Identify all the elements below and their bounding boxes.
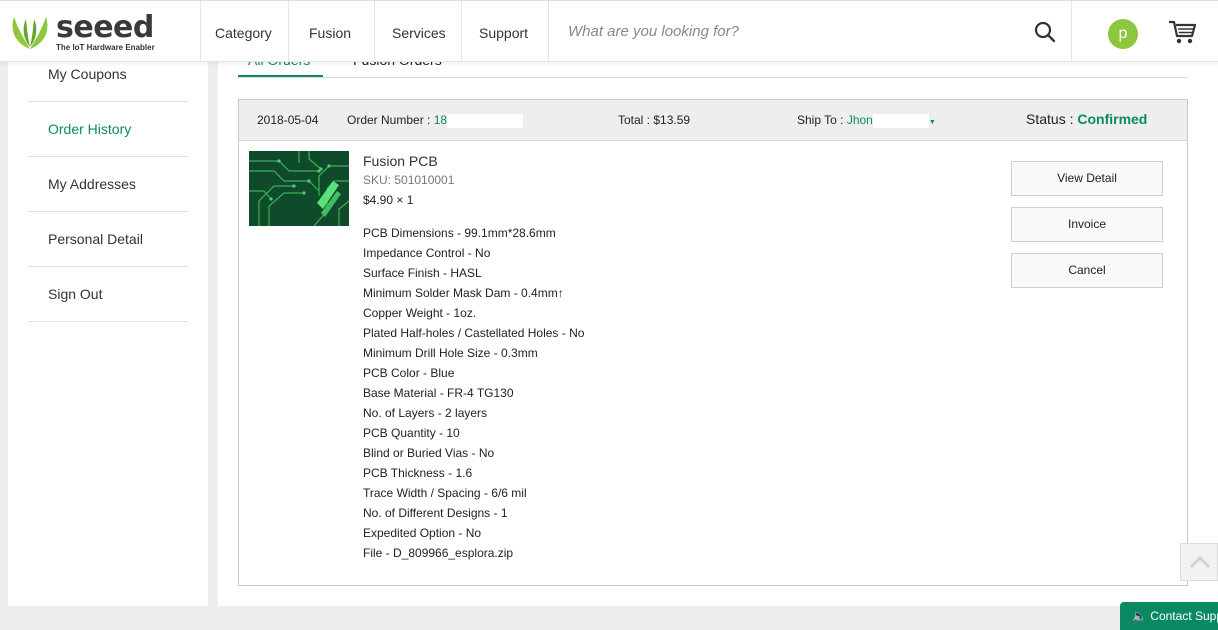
spec-item: Minimum Solder Mask Dam - 0.4mm↑ — [363, 286, 564, 300]
product-sku: SKU: 501010001 — [363, 173, 455, 187]
seeed-logo[interactable]: seeed The IoT Hardware Enabler — [8, 11, 168, 53]
logo-wordmark: seeed — [56, 9, 154, 45]
nav-divider — [200, 1, 201, 62]
nav-divider — [1071, 1, 1072, 62]
spec-item: No. of Different Designs - 1 — [363, 506, 508, 520]
spec-item: Expedited Option - No — [363, 526, 482, 540]
spec-item: PCB Color - Blue — [363, 366, 455, 380]
order-status: Status : Confirmed — [1026, 111, 1147, 127]
spec-item: PCB Thickness - 1.6 — [363, 466, 473, 480]
search-icon[interactable] — [1034, 21, 1056, 43]
spec-item: File - D_809966_esplora.zip — [363, 546, 514, 560]
redacted-mask — [447, 113, 524, 128]
pcb-image — [249, 151, 349, 226]
leaf-logo-icon — [12, 17, 48, 49]
product-name[interactable]: Fusion PCB — [363, 153, 438, 169]
logo-tagline: The IoT Hardware Enabler — [56, 42, 155, 52]
spec-item: Surface Finish - HASL — [363, 266, 482, 280]
search-input[interactable]: What are you looking for? — [568, 23, 739, 40]
tabs-divider — [238, 77, 1188, 78]
spec-item: PCB Quantity - 10 — [363, 426, 460, 440]
cancel-button[interactable]: Cancel — [1011, 253, 1163, 288]
product-thumbnail[interactable] — [249, 151, 349, 226]
active-tab-indicator — [238, 75, 323, 77]
order-header: 2018-05-04 Order Number : 18 Total : $13… — [239, 100, 1187, 141]
nav-divider — [461, 1, 462, 62]
contact-support-button[interactable]: 🔈 Contact Support — [1120, 602, 1218, 630]
order-number: Order Number : 18 — [347, 113, 524, 128]
nav-divider — [374, 1, 375, 62]
redacted-mask — [872, 113, 929, 128]
spec-item: Plated Half-holes / Castellated Holes - … — [363, 326, 585, 340]
status-label: Status : — [1026, 111, 1074, 127]
ship-to-label: Ship To : — [797, 113, 844, 127]
account-sidebar: My Coupons Order History My Addresses Pe… — [8, 62, 208, 606]
spec-item: Trace Width / Spacing - 6/6 mil — [363, 486, 527, 500]
ship-to: Ship To : Jhon ▼ — [797, 113, 936, 128]
pcb-spec-list: PCB Dimensions - 99.1mm*28.6mm Impedance… — [363, 223, 584, 563]
spec-item: Base Material - FR-4 TG130 — [363, 386, 514, 400]
nav-support[interactable]: Support — [479, 25, 528, 41]
sidebar-item-personal-detail[interactable]: Personal Detail — [28, 212, 188, 267]
product-price: $4.90 × 1 — [363, 193, 414, 207]
view-detail-button[interactable]: View Detail — [1011, 161, 1163, 196]
sidebar-item-addresses[interactable]: My Addresses — [28, 157, 188, 212]
nav-category[interactable]: Category — [215, 25, 272, 41]
chevron-up-icon — [1190, 556, 1210, 568]
spec-item: Impedance Control - No — [363, 246, 491, 260]
avatar[interactable]: p — [1108, 19, 1138, 49]
order-history-panel: All Orders Fusion Orders 2018-05-04 Orde… — [218, 52, 1218, 606]
megaphone-icon: 🔈 — [1132, 609, 1147, 623]
spec-item: Minimum Drill Hole Size - 0.3mm — [363, 346, 538, 360]
contact-label: Contact Support — [1150, 609, 1218, 623]
spec-item: Copper Weight - 1oz. — [363, 306, 477, 320]
nav-fusion[interactable]: Fusion — [309, 25, 351, 41]
order-date: 2018-05-04 — [257, 113, 319, 127]
back-to-top-button[interactable] — [1180, 543, 1218, 581]
nav-services[interactable]: Services — [392, 25, 446, 41]
cart-icon[interactable] — [1168, 19, 1196, 45]
nav-divider — [288, 1, 289, 62]
top-header: seeed The IoT Hardware Enabler Category … — [0, 0, 1218, 62]
dropdown-arrow-icon[interactable]: ▼ — [929, 119, 936, 126]
spec-item: PCB Dimensions - 99.1mm*28.6mm — [363, 226, 556, 240]
spec-item: No. of Layers - 2 layers — [363, 406, 488, 420]
order-number-value: 18 — [433, 113, 448, 127]
sidebar-item-sign-out[interactable]: Sign Out — [28, 267, 188, 322]
spec-item: Blind or Buried Vias - No — [363, 446, 495, 460]
status-badge: Confirmed — [1077, 111, 1148, 127]
order-card: 2018-05-04 Order Number : 18 Total : $13… — [238, 99, 1188, 586]
order-number-label: Order Number : — [347, 113, 431, 127]
order-total: Total : $13.59 — [618, 113, 691, 127]
nav-divider — [548, 1, 549, 62]
invoice-button[interactable]: Invoice — [1011, 207, 1163, 242]
sidebar-item-order-history[interactable]: Order History — [28, 102, 188, 157]
ship-to-name[interactable]: Jhon — [847, 113, 873, 127]
